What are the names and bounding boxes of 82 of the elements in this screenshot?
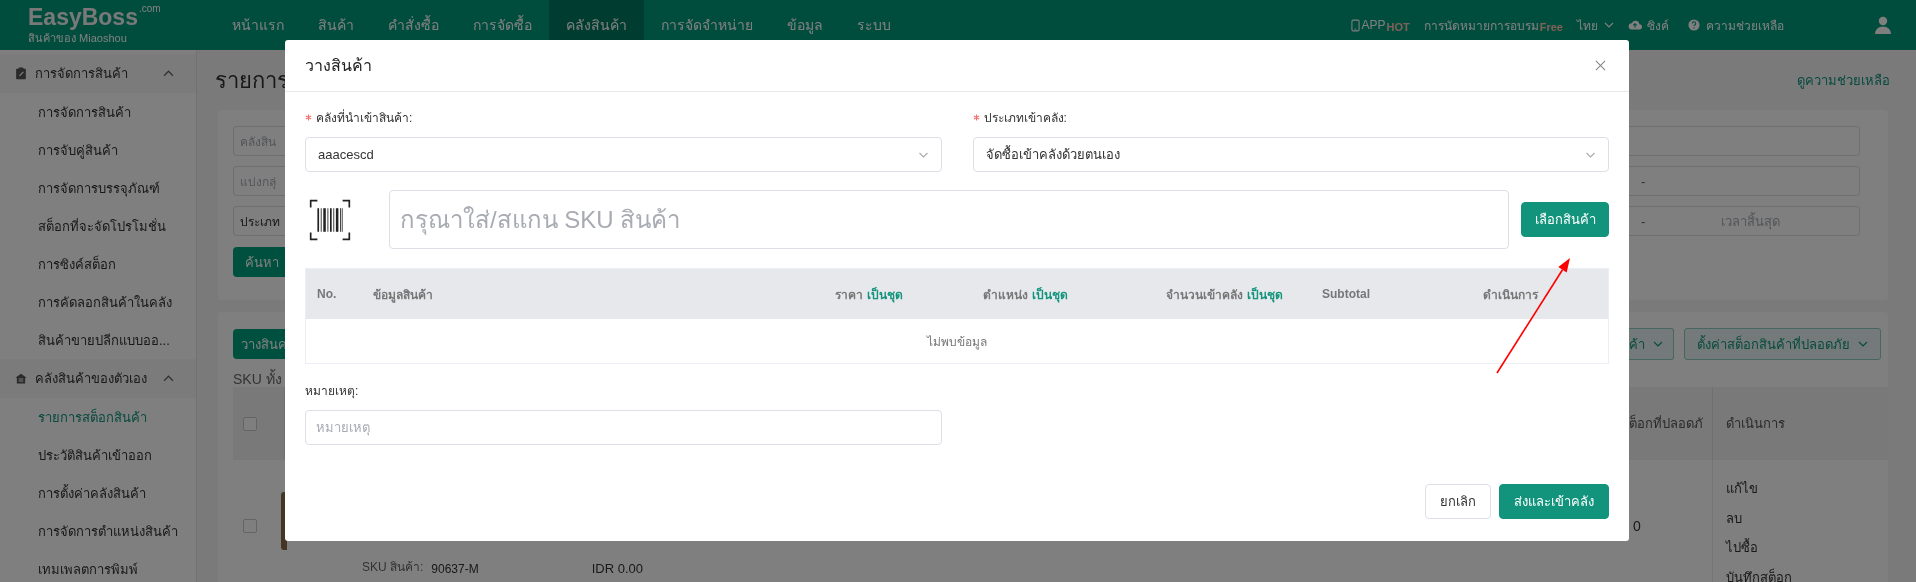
dropdown-field[interactable]: จัดซื้อเข้าคลังด้วยตนเอง [972,137,1609,172]
column-header: ราคา [835,286,863,304]
column-header: Subtotal [1322,287,1370,301]
sku-value: 90637-M [431,562,479,577]
action-link[interactable]: ลบ [1726,503,1872,534]
language-selector[interactable]: ไทย [1577,15,1598,35]
barcode-icon [309,198,351,241]
action-link[interactable]: บันทึกสต็อก [1726,562,1872,582]
chevron-down-icon [1653,341,1663,347]
sidebar-group-header[interactable]: คลังสินค้าของตัวเอง [0,359,196,398]
column-header: ดำเนินการ [1483,286,1538,304]
sidebar-item[interactable]: การจับคู่สินค้า [0,131,196,169]
page-title: รายการ [214,66,285,95]
sku-input-field[interactable]: กรุณาใส่/สแกน SKU สินค้า [389,190,1509,249]
training-link[interactable]: การนัดหมายการอบรม [1423,15,1539,35]
column-header: จำนวนเข้าคลัง [1166,286,1243,304]
chevron-down-icon [1585,151,1596,158]
sidebar-item[interactable]: ประวัติสินค้าเข้าออก [0,436,196,474]
empty-text: ไม่พบข้อมูล [927,333,987,351]
app-link[interactable]: APP [1361,18,1386,32]
sidebar-item[interactable]: การจัดการสินค้า [0,93,196,131]
sync-link[interactable]: ซิงค์ [1647,15,1669,35]
dropdown-field[interactable]: aaacescd [305,137,942,172]
sku-label: SKU สินค้า: [362,559,424,577]
phone-icon[interactable] [1350,18,1360,32]
chevron-down-icon [1858,341,1868,347]
sidebar-group-label: คลังสินค้าของตัวเอง [35,370,147,388]
stock-value: 0 [1632,518,1642,535]
batch-set-link[interactable]: เป็นชุด [1032,284,1068,304]
house-icon [15,372,27,385]
field-label: หมายเหตุ: [305,383,360,400]
sidebar-group-label: การจัดการสินค้า [35,65,128,83]
sidebar-group-header[interactable]: การจัดการสินค้า [0,54,196,93]
logo-text[interactable]: EasyBoss [28,6,138,29]
sidebar-item[interactable]: เทมเพลตการพิมพ์ [0,550,196,582]
date-range-field[interactable]: - [1629,166,1860,196]
free-label: Free [1539,20,1563,33]
checkbox[interactable] [243,416,257,431]
help-link[interactable]: ความช่วยเหลือ [1706,15,1784,35]
sidebar-item[interactable]: การจัดการตำแหน่งสินค้า [0,512,196,550]
search-button[interactable]: ค้นหา [233,247,285,277]
sidebar-item[interactable]: สินค้าขายปลีกแบบออ... [0,321,196,359]
cloud-icon[interactable] [1628,19,1642,31]
sidebar-item[interactable]: การซิงค์สต็อก [0,245,196,283]
column-header: ตำแหน่ง [983,286,1028,304]
batch-set-link[interactable]: เป็นชุด [1247,284,1283,304]
submit-button[interactable]: ส่งและเข้าคลัง [1499,484,1609,519]
column-header: ต็อกที่ปลอดภั [1629,413,1704,433]
sidebar-item[interactable]: สต็อกที่จะจัดโปรโมชั่น [0,207,196,245]
date-range-field[interactable] [1629,126,1860,156]
chevron-down-icon [1604,22,1614,28]
sidebar-item[interactable]: การตั้งค่าคลังสินค้า [0,474,196,512]
sidebar-item[interactable]: การจัดการบรรจุภัณฑ์ [0,169,196,207]
user-icon[interactable] [1874,16,1892,34]
close-icon[interactable] [1595,60,1606,71]
price-text: IDR 0.00 [591,561,644,577]
place-product-button[interactable]: วางสินค [233,329,285,359]
column-header: ดำเนินการ [1712,387,1872,460]
batch-set-link[interactable]: เป็นชุด [867,284,903,304]
dialog-title: วางสินค้า [305,56,372,76]
action-link[interactable]: แก้ไข [1726,474,1872,504]
logo-tagline: สินค้าของ Miaoshou [28,33,128,44]
column-header: ข้อมูลสินค้า [373,286,433,304]
sidebar-item[interactable]: รายการสต็อกสินค้า [0,398,196,436]
logo-suffix: .com [138,4,161,14]
field-label: ประเภทเข้าคลัง: [983,109,1067,127]
checkbox[interactable] [243,519,257,534]
chevron-down-icon [917,151,929,158]
sidebar-item[interactable]: การคัดลอกสินค้าในคลัง [0,283,196,321]
dropdown-button[interactable]: ค้า [1629,328,1674,360]
field-label: คลังที่นำเข้าสินค้า: [316,108,413,127]
help-link[interactable]: ดูความช่วยเหลือ [1797,69,1890,91]
cancel-button[interactable]: ยกเลิก [1425,484,1491,519]
sku-count-text: SKU ทั้ง [233,368,283,387]
help-icon[interactable] [1687,19,1701,31]
remark-input-field[interactable]: หมายเหตุ [305,410,942,445]
clipboard-icon [15,67,27,80]
safe-stock-button[interactable]: ตั้งค่าสต็อกสินค้าที่ปลอดภัย [1684,328,1881,360]
hot-label: HOT [1386,20,1410,33]
select-product-button[interactable]: เลือกสินค้า [1521,202,1609,237]
column-header: No. [317,287,337,301]
action-link[interactable]: ไปซื้อ [1726,533,1872,563]
